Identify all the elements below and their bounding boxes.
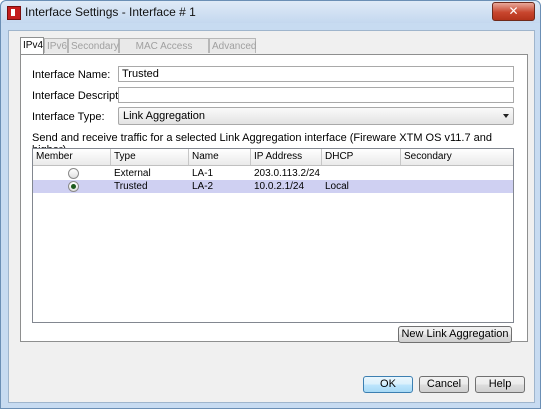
window-title: Interface Settings - Interface # 1 [25, 5, 196, 19]
member-radio[interactable] [68, 168, 79, 179]
interface-name-label: Interface Name: [32, 69, 111, 81]
row-ip-address: 203.0.113.2/24 [254, 168, 320, 179]
dialog-window: Interface Settings - Interface # 1 ✕ IPv… [0, 0, 541, 409]
interface-type-label: Interface Type: [32, 111, 105, 123]
close-button[interactable]: ✕ [492, 2, 535, 21]
tab-ipv6[interactable]: IPv6 [44, 38, 68, 53]
table-header: Member Type Name IP Address DHCP Seconda… [33, 149, 513, 166]
tab-mac-access-control[interactable]: MAC Access Control [119, 38, 209, 67]
dialog-client: IPv4 IPv6 Secondary MAC Access Control A… [8, 30, 535, 403]
table-row[interactable]: External LA-1 203.0.113.2/24 [33, 167, 513, 180]
app-icon [7, 6, 21, 20]
column-header-dhcp[interactable]: DHCP [322, 149, 401, 165]
interface-type-value: Link Aggregation [123, 110, 205, 122]
row-type: Trusted [114, 181, 148, 192]
ipv4-panel: Interface Name: Trusted Interface Descri… [20, 54, 528, 343]
link-aggregation-table: Member Type Name IP Address DHCP Seconda… [32, 148, 514, 323]
row-dhcp: Local [325, 181, 349, 192]
tab-advanced[interactable]: Advanced [209, 38, 256, 53]
cancel-button[interactable]: Cancel [419, 376, 469, 393]
table-row[interactable]: Trusted LA-2 10.0.2.1/24 Local [33, 180, 513, 193]
row-ip-address: 10.0.2.1/24 [254, 181, 305, 192]
tab-ipv4[interactable]: IPv4 [20, 37, 44, 54]
row-name: LA-2 [192, 181, 214, 192]
row-type: External [114, 168, 151, 179]
interface-description-input[interactable] [118, 87, 514, 103]
column-header-ip-address[interactable]: IP Address [251, 149, 322, 165]
member-radio[interactable] [68, 181, 79, 192]
ok-button[interactable]: OK [363, 376, 413, 393]
interface-type-select[interactable]: Link Aggregation [118, 107, 514, 125]
row-name: LA-1 [192, 168, 214, 179]
dropdown-arrow-icon [503, 114, 509, 118]
column-header-member[interactable]: Member [33, 149, 111, 165]
new-link-aggregation-button[interactable]: New Link Aggregation [398, 326, 512, 343]
tab-secondary[interactable]: Secondary [68, 38, 119, 53]
column-header-name[interactable]: Name [189, 149, 251, 165]
column-header-secondary[interactable]: Secondary [401, 149, 511, 165]
help-button[interactable]: Help [475, 376, 525, 393]
title-bar: Interface Settings - Interface # 1 ✕ [1, 1, 540, 23]
column-header-type[interactable]: Type [111, 149, 189, 165]
interface-name-input[interactable]: Trusted [118, 66, 514, 82]
